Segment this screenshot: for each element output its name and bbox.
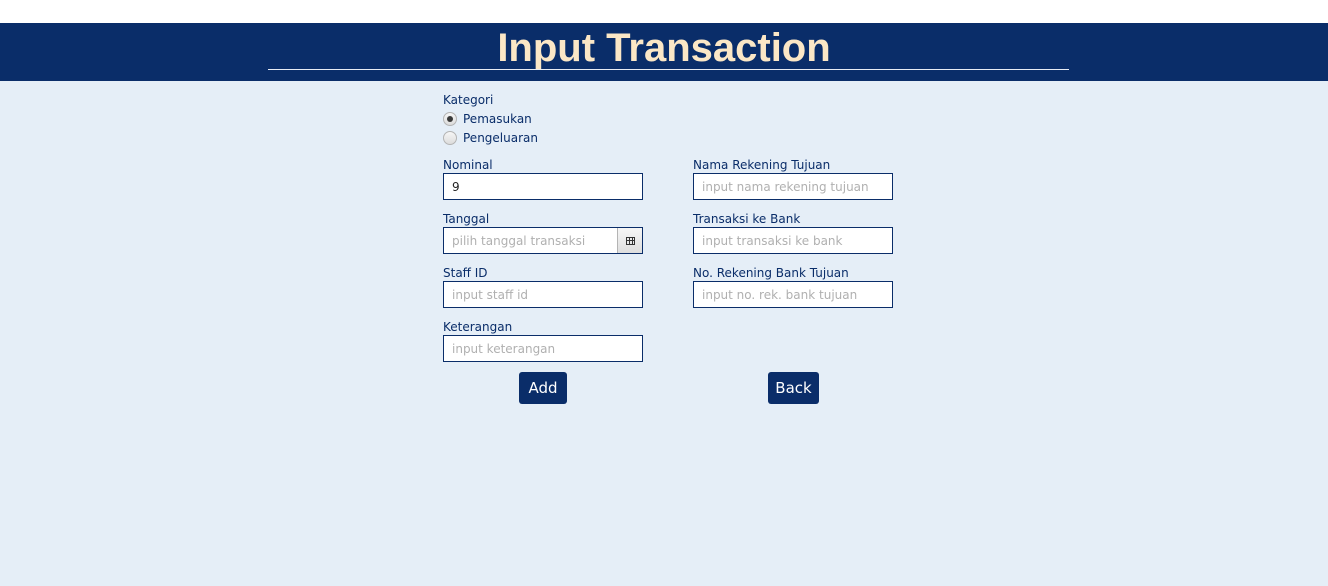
calendar-button[interactable] — [617, 228, 642, 253]
nominal-input[interactable] — [443, 173, 643, 200]
tanggal-date-picker[interactable] — [443, 227, 643, 254]
tanggal-input[interactable] — [444, 228, 617, 253]
back-button[interactable]: Back — [768, 372, 819, 404]
transaksi-bank-label: Transaksi ke Bank — [693, 212, 801, 226]
add-button[interactable]: Add — [519, 372, 567, 404]
nominal-label: Nominal — [443, 158, 493, 172]
radio-pemasukan-button[interactable] — [443, 112, 457, 126]
nama-rekening-input[interactable] — [693, 173, 893, 200]
transaksi-bank-input[interactable] — [693, 227, 893, 254]
radio-pemasukan[interactable]: Pemasukan — [443, 111, 532, 127]
no-rekening-input[interactable] — [693, 281, 893, 308]
title-underline — [268, 69, 1069, 70]
staff-id-label: Staff ID — [443, 266, 488, 280]
top-strip — [0, 0, 1328, 23]
calendar-icon — [625, 236, 635, 245]
keterangan-input[interactable] — [443, 335, 643, 362]
nama-rekening-label: Nama Rekening Tujuan — [693, 158, 831, 172]
radio-pengeluaran-label: Pengeluaran — [463, 131, 538, 145]
page-header: Input Transaction — [0, 23, 1328, 81]
keterangan-label: Keterangan — [443, 320, 513, 334]
no-rekening-label: No. Rekening Bank Tujuan — [693, 266, 849, 280]
radio-pengeluaran[interactable]: Pengeluaran — [443, 130, 538, 146]
kategori-label: Kategori — [443, 93, 494, 107]
radio-pemasukan-label: Pemasukan — [463, 112, 532, 126]
radio-pengeluaran-button[interactable] — [443, 131, 457, 145]
tanggal-label: Tanggal — [443, 212, 490, 226]
staff-id-input[interactable] — [443, 281, 643, 308]
page-title: Input Transaction — [497, 26, 831, 70]
